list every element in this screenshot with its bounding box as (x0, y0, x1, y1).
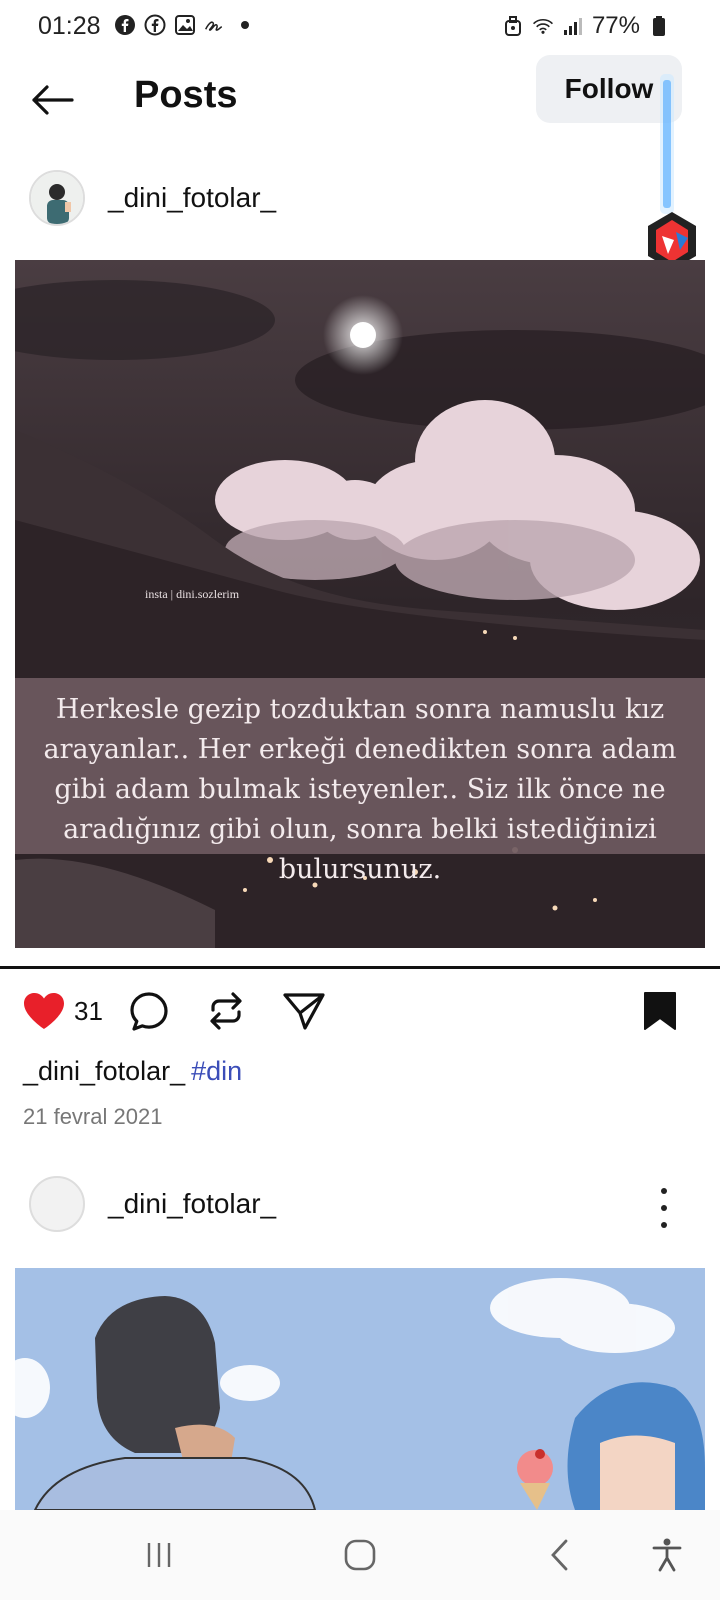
cartoon-couple-illustration (15, 1268, 705, 1510)
system-navigation-bar (0, 1510, 720, 1600)
system-back-button[interactable] (535, 1530, 585, 1580)
post-caption: _dini_fotolar_ #din (23, 1056, 242, 1087)
home-icon (344, 1539, 376, 1571)
post-image[interactable]: insta | dini.sozlerim Herkesle gezip toz… (15, 260, 705, 948)
back-button[interactable] (26, 74, 78, 126)
save-button[interactable] (642, 986, 678, 1036)
chevron-left-icon (551, 1539, 568, 1571)
more-vertical-icon (661, 1188, 667, 1194)
home-button[interactable] (335, 1530, 385, 1580)
recent-apps-icon (147, 1543, 171, 1567)
post-username[interactable]: _dini_fotolar_ (108, 1188, 276, 1220)
post-date: 21 fevral 2021 (23, 1104, 163, 1129)
comment-icon (130, 992, 168, 1031)
gallery-notification-icon (174, 14, 196, 36)
quote-text: Herkesle gezip tozduktan sonra namuslu k… (43, 694, 677, 885)
dot-notification-icon (234, 14, 256, 36)
avatar[interactable] (29, 170, 85, 226)
status-time: 01:28 (38, 12, 101, 40)
caption-username[interactable]: _dini_fotolar_ (23, 1056, 185, 1086)
status-right: 77% (502, 12, 670, 40)
signature-notification-icon (204, 14, 226, 36)
wifi-icon (532, 15, 554, 37)
quote-band: Herkesle gezip tozduktan sonra namuslu k… (15, 678, 705, 885)
page-title: Posts (134, 74, 238, 116)
post-image[interactable] (15, 1268, 705, 1510)
divider (0, 966, 720, 969)
lock-battery-icon (502, 15, 524, 37)
like-count: 31 (74, 995, 103, 1026)
image-watermark-text: insta | dini.sozlerim (145, 587, 240, 601)
post-header: _dini_fotolar_ (0, 1164, 720, 1244)
notification-icons (114, 14, 256, 36)
more-options-button[interactable] (656, 1188, 672, 1228)
post-actions: 31 (0, 986, 720, 1042)
arrow-left-icon (32, 85, 74, 115)
bookmark-icon (644, 992, 676, 1030)
accessibility-button[interactable] (642, 1530, 692, 1580)
facebook-outline-notification-icon (144, 14, 166, 36)
facebook-notification-icon (114, 14, 136, 36)
send-icon (283, 993, 325, 1030)
comment-button[interactable] (128, 986, 170, 1036)
avatar[interactable] (29, 1176, 85, 1232)
post-username[interactable]: _dini_fotolar_ (108, 182, 276, 214)
hashtag-link[interactable]: #din (191, 1056, 242, 1086)
repost-icon (210, 992, 242, 1030)
status-bar: 01:28 77% (0, 0, 720, 52)
post-header: _dini_fotolar_ (0, 160, 720, 240)
accessibility-icon (652, 1538, 682, 1572)
share-button[interactable] (282, 986, 326, 1036)
repost-button[interactable] (205, 986, 247, 1036)
like-button[interactable]: 31 (22, 986, 103, 1036)
signal-icon (562, 15, 584, 37)
recent-apps-button[interactable] (134, 1530, 184, 1580)
top-app-bar: Posts Follow (0, 52, 720, 152)
battery-icon (648, 15, 670, 37)
heart-icon (24, 993, 64, 1029)
battery-percent: 77% (591, 12, 640, 39)
